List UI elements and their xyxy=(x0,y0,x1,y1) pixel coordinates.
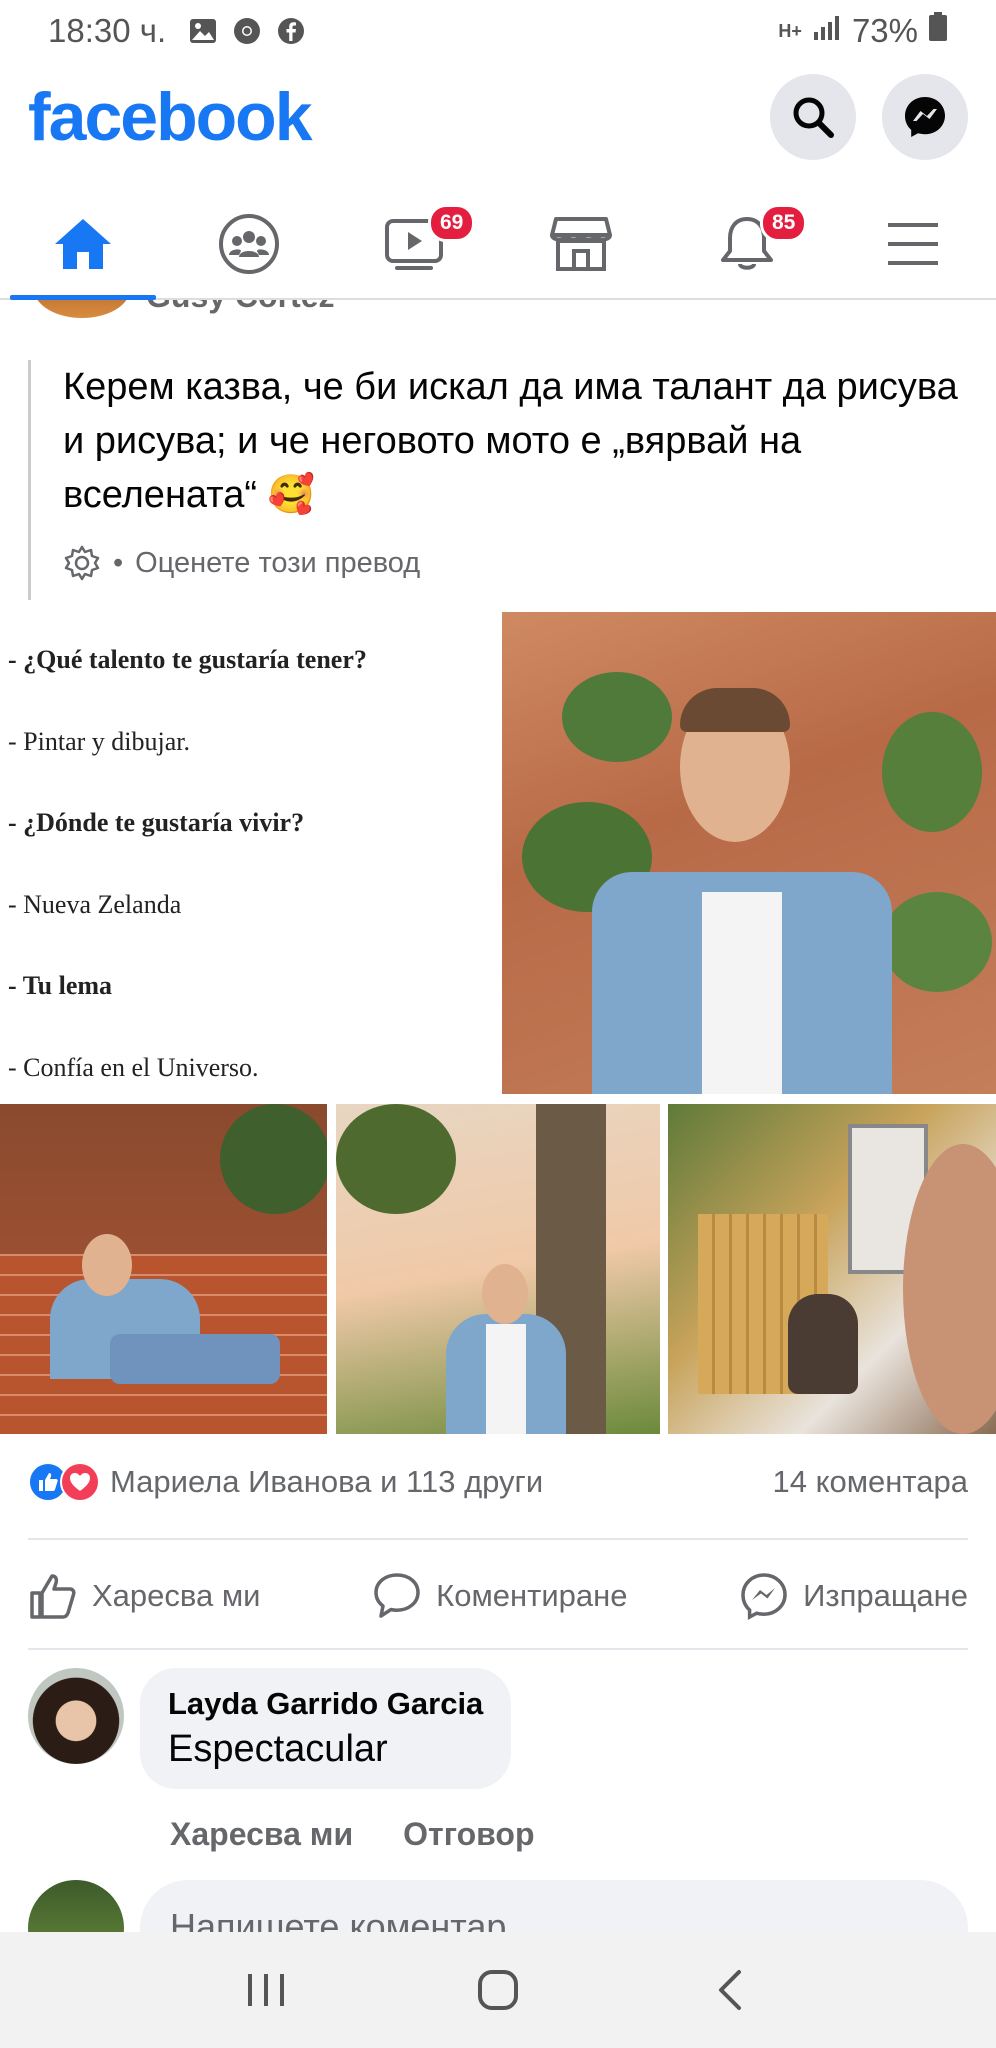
tab-groups[interactable] xyxy=(166,190,332,298)
avatar[interactable] xyxy=(28,1880,124,1932)
comment-like-button[interactable]: Харесва ми xyxy=(170,1816,353,1853)
photo-thumbnail-1[interactable] xyxy=(0,1104,327,1434)
like-label: Харесва ми xyxy=(92,1578,261,1613)
comment-input[interactable]: Напишете коментар... xyxy=(140,1880,968,1932)
separator-dot: • xyxy=(113,546,124,579)
notifications-badge: 85 xyxy=(760,204,808,242)
comment-bubble[interactable]: Layda Garrido Garcia Espectacular xyxy=(140,1668,512,1789)
tab-marketplace[interactable] xyxy=(498,190,664,298)
comment-label: Коментиране xyxy=(436,1578,628,1613)
post-actions: Харесва ми Коментиране Изпращане xyxy=(28,1560,968,1632)
author-name[interactable]: Gusy Cortez xyxy=(146,300,334,315)
divider xyxy=(28,1538,968,1540)
comment-text: Espectacular xyxy=(168,1728,388,1770)
person-head xyxy=(82,1234,132,1296)
image-text-line: - Nueva Zelanda xyxy=(8,889,182,919)
messenger-share-icon xyxy=(741,1573,787,1620)
facebook-logo[interactable]: facebook xyxy=(28,78,313,156)
author-avatar[interactable] xyxy=(34,300,130,318)
plant-decoration xyxy=(562,672,672,762)
hamburger-menu-icon xyxy=(888,223,938,265)
like-button[interactable]: Харесва ми xyxy=(28,1571,261,1621)
plant-decoration xyxy=(882,712,982,832)
child-figure xyxy=(788,1294,858,1394)
home-button[interactable] xyxy=(458,1950,538,2030)
search-icon xyxy=(793,97,834,138)
back-chevron-icon xyxy=(719,1970,741,2010)
post-text: Керем казва, че би искал да има талант д… xyxy=(63,366,958,516)
messenger-icon xyxy=(905,97,945,137)
post-text-block: Керем казва, че би искал да има талант д… xyxy=(28,360,968,600)
image-text-line: - Pintar y dibujar. xyxy=(8,726,190,756)
main-tabs: 69 85 xyxy=(0,190,996,300)
facebook-notification-icon xyxy=(276,16,306,46)
love-reaction-icon xyxy=(60,1462,100,1502)
battery-percent: 73% xyxy=(851,12,918,49)
comment-author[interactable]: Layda Garrido Garcia xyxy=(168,1686,483,1722)
image-text-line: - Tu lema xyxy=(8,971,113,1000)
back-button[interactable] xyxy=(690,1950,770,2030)
photo-thumbnail-2[interactable] xyxy=(336,1104,660,1434)
messenger-button[interactable] xyxy=(882,74,968,160)
photo-text-card[interactable]: - ¿Qué talento te gustaría tener? - Pint… xyxy=(0,612,502,1094)
signal-icon xyxy=(812,12,842,50)
app-header: facebook xyxy=(0,62,996,172)
groups-icon xyxy=(219,214,279,274)
reactions-text: Мариела Иванова и 113 други xyxy=(110,1464,544,1499)
comment-button[interactable]: Коментиране xyxy=(372,1571,627,1621)
home-circle-icon xyxy=(478,1970,518,2010)
person-jeans xyxy=(110,1334,280,1384)
image-text-line: - ¿Qué talento te gustaría tener? xyxy=(8,645,367,674)
home-icon xyxy=(55,219,111,269)
write-comment-row: Напишете коментар... xyxy=(28,1880,968,1932)
status-bar: 18:30 ч. H+ 73% xyxy=(0,0,996,62)
search-button[interactable] xyxy=(770,74,856,160)
comments-count[interactable]: 14 коментара xyxy=(773,1464,969,1500)
post-header: Gusy Cortez xyxy=(0,300,996,318)
share-button[interactable]: Изпращане xyxy=(739,1571,968,1621)
tab-home[interactable] xyxy=(0,190,166,300)
reactions-summary[interactable]: Мариела Иванова и 113 други 14 коментара xyxy=(28,1462,968,1502)
avatar[interactable] xyxy=(28,1668,124,1764)
marketplace-icon xyxy=(550,217,612,271)
comment-item: Layda Garrido Garcia Espectacular xyxy=(28,1668,512,1789)
gear-icon xyxy=(64,545,100,581)
comment-icon xyxy=(374,1573,420,1618)
translation-rating-row[interactable]: • Оценете този превод xyxy=(63,544,968,582)
comment-actions: Харесва ми Отговор xyxy=(170,1816,535,1853)
person-shirt xyxy=(486,1324,526,1434)
share-label: Изпращане xyxy=(803,1578,968,1613)
reaction-icons xyxy=(28,1462,100,1502)
rate-translation-link[interactable]: Оценете този превод xyxy=(135,547,420,580)
system-navigation-bar xyxy=(0,1932,996,2048)
person-head xyxy=(482,1264,528,1324)
watch-badge: 69 xyxy=(428,204,476,242)
image-text-line: - ¿Dónde te gustaría vivir? xyxy=(8,808,305,837)
plant-decoration xyxy=(882,892,992,992)
network-type: H+ xyxy=(778,20,802,41)
tab-notifications[interactable]: 85 xyxy=(664,190,830,298)
recent-apps-button[interactable] xyxy=(226,1950,306,2030)
divider xyxy=(28,1648,968,1650)
person-hair xyxy=(680,688,790,732)
gallery-icon xyxy=(188,16,218,46)
photo-main[interactable] xyxy=(502,612,996,1094)
status-time: 18:30 ч. xyxy=(48,12,167,49)
photo-thumbnail-3[interactable] xyxy=(668,1104,996,1434)
battery-icon xyxy=(928,12,948,50)
plant-decoration xyxy=(220,1104,327,1214)
person-shirt xyxy=(702,892,782,1094)
comment-reply-button[interactable]: Отговор xyxy=(403,1816,534,1853)
thumbs-up-icon xyxy=(30,1574,76,1619)
recent-apps-icon xyxy=(248,1974,284,2006)
chrome-icon xyxy=(232,16,262,46)
tab-menu[interactable] xyxy=(830,190,996,298)
plant-decoration xyxy=(336,1104,456,1214)
tab-watch[interactable]: 69 xyxy=(332,190,498,298)
